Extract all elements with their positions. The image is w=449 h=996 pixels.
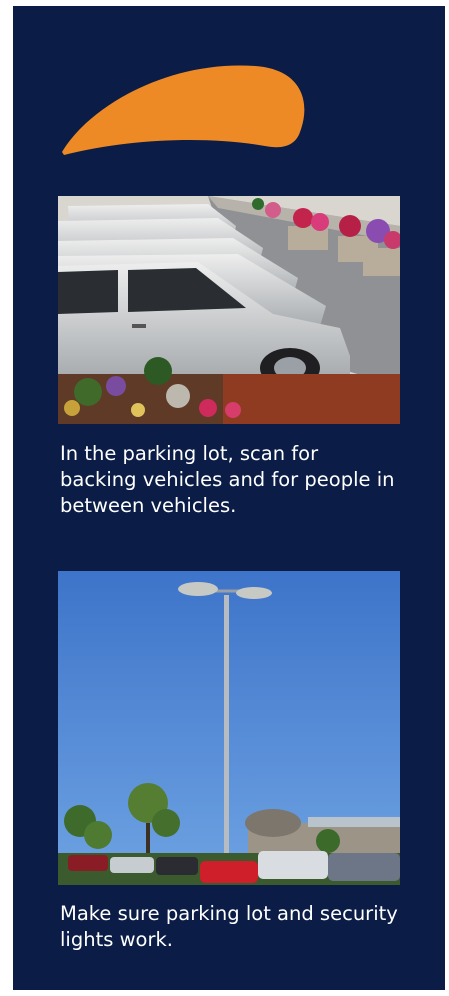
- tip-caption: In the parking lot, scan for backing veh…: [60, 442, 395, 517]
- swoosh-icon: [62, 65, 305, 155]
- light-pole-photo: [58, 571, 400, 885]
- tip-caption: Make sure parking lot and security light…: [60, 902, 398, 951]
- parking-lot-photo: [58, 196, 400, 424]
